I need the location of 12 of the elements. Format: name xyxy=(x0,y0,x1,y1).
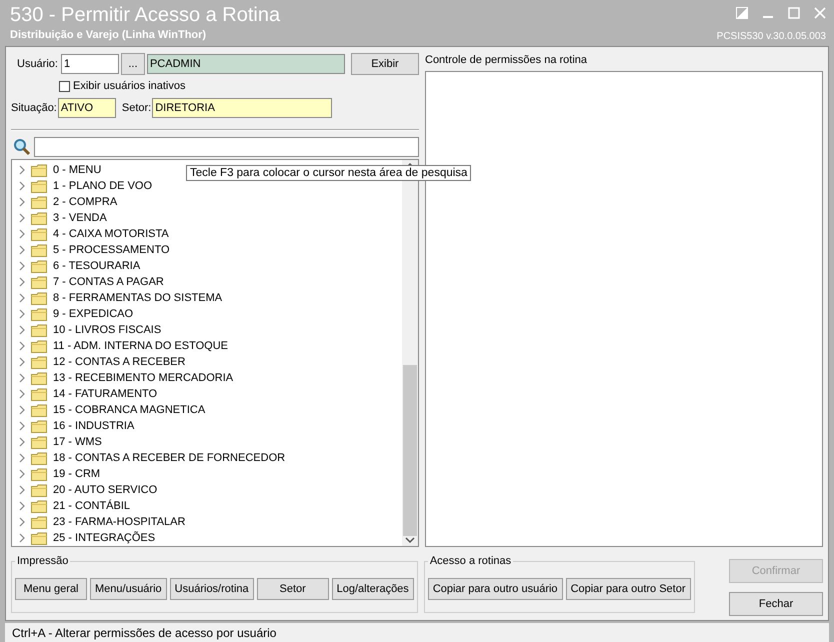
permissions-title: Controle de permissões na rotina xyxy=(425,53,588,68)
window-subtitle: Distribuição e Varejo (Linha WinThor) xyxy=(10,29,208,41)
status-label: Situação: xyxy=(11,102,57,114)
version-label: PCSIS530 v.30.0.05.003 xyxy=(716,31,826,42)
status-bar: Ctrl+A - Alterar permissões de acesso por usuário xyxy=(5,623,829,642)
sector-label: Setor: xyxy=(122,102,152,114)
user-label: Usuário: xyxy=(17,58,58,70)
window-title: 530 - Permitir Acesso a Rotina xyxy=(10,4,280,27)
checkbox-label: Exibir usuários inativos xyxy=(73,80,186,92)
group-title: Acesso a rotinas xyxy=(428,555,512,567)
group-title: Impressão xyxy=(16,555,70,567)
tooltip: Tecle F3 para colocar o cursor nesta área de pesquisa xyxy=(186,165,472,181)
